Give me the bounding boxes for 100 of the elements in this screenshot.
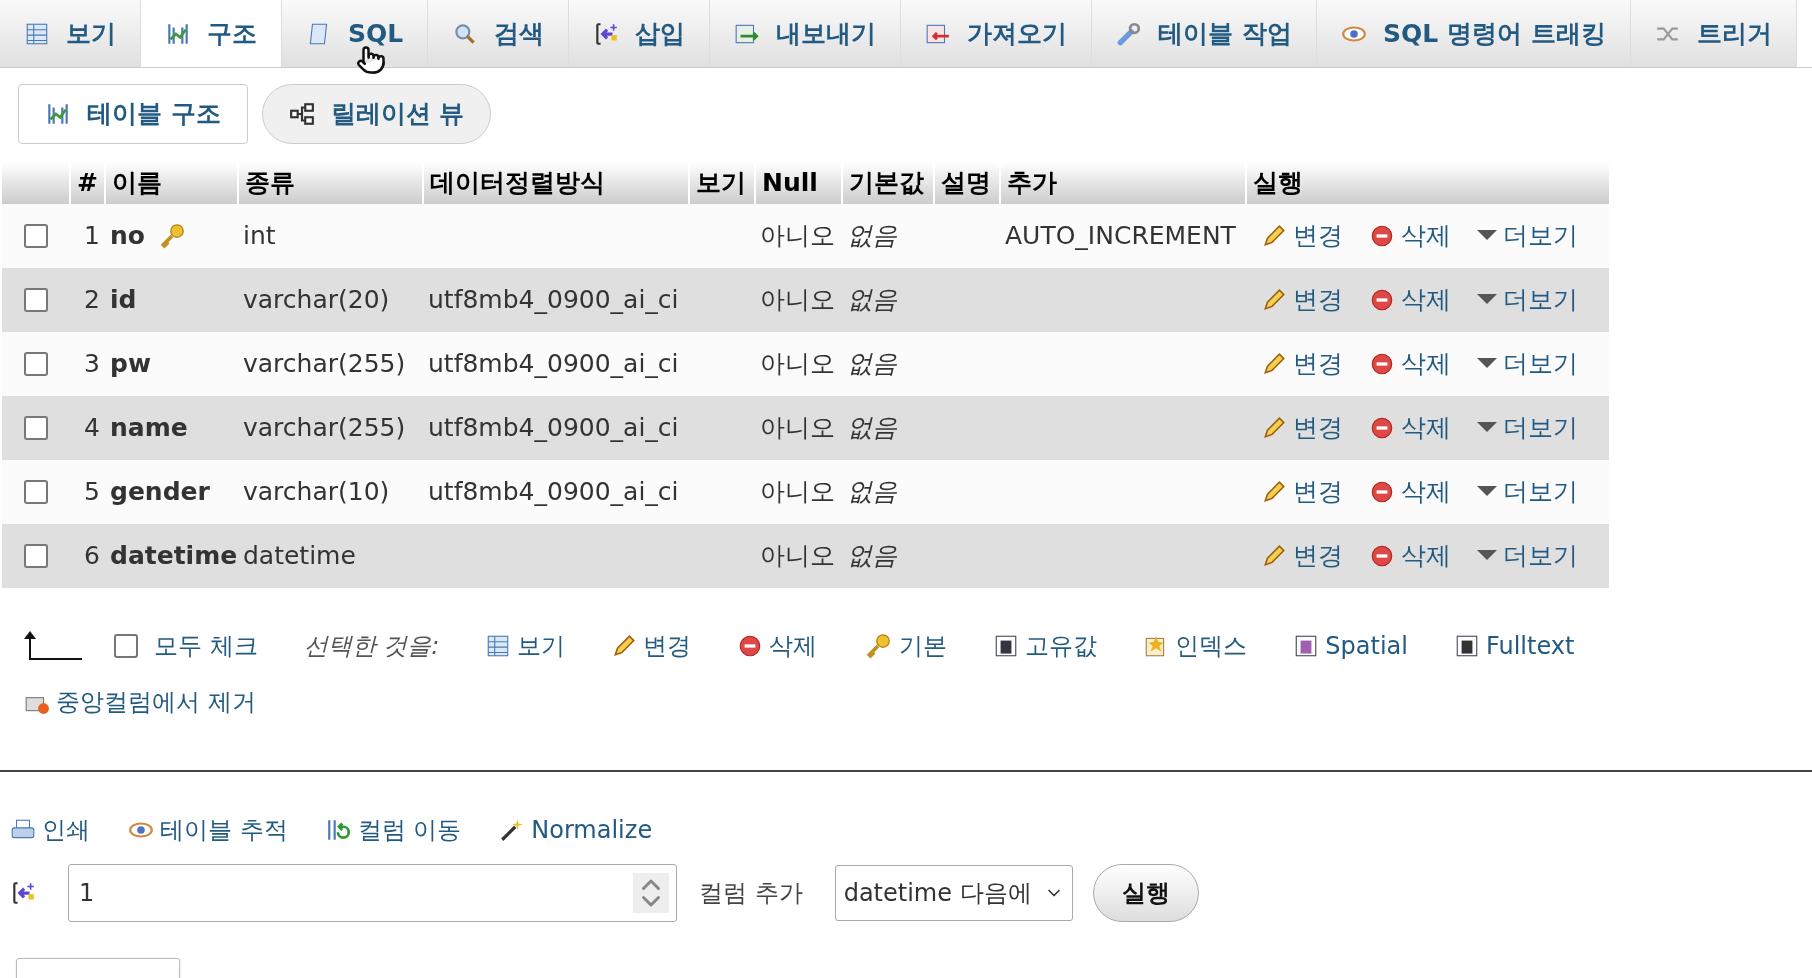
action-link[interactable]: 변경 <box>1261 473 1343 511</box>
checkbox[interactable] <box>23 544 48 568</box>
column-name: name <box>110 412 188 445</box>
bulk-action-link[interactable]: 변경 <box>611 628 692 664</box>
checkbox[interactable] <box>114 634 138 658</box>
checkbox[interactable] <box>23 224 48 248</box>
extra-value: AUTO_INCREMENT <box>1005 221 1236 251</box>
delete-icon <box>1369 351 1395 377</box>
column-type: varchar(10) <box>243 477 390 507</box>
action-link[interactable]: 변경 <box>1261 537 1343 575</box>
column-name: datetime <box>110 540 238 573</box>
bulk-action-link[interactable]: 고유값 <box>993 628 1098 664</box>
row-number: 3 <box>84 348 100 381</box>
column-type: int <box>243 221 276 251</box>
action-link[interactable]: 삭제 <box>1369 345 1451 383</box>
action-link[interactable]: 변경 <box>1261 217 1343 255</box>
column-header: 설명 <box>941 167 991 200</box>
default-value: 없음 <box>847 221 897 251</box>
tab[interactable]: 보기 <box>0 0 141 67</box>
bulk-action-link[interactable]: 중앙컬럼에서 제거 <box>24 684 256 720</box>
footer-link[interactable]: 인쇄 <box>10 812 90 848</box>
default-value: 없음 <box>847 285 897 315</box>
null-value: 아니오 <box>760 413 835 443</box>
action-link[interactable]: 더보기 <box>1477 473 1578 511</box>
wrench-icon <box>1116 20 1143 47</box>
with-selected-label: 선택한 것을: <box>303 631 440 662</box>
execute-button[interactable]: 실행 <box>1092 864 1199 922</box>
tab[interactable]: 트리거 <box>1630 0 1797 67</box>
tab[interactable]: SQL 명령어 트래킹 <box>1316 0 1631 67</box>
null-value: 아니오 <box>760 285 835 315</box>
delete-icon <box>1369 223 1395 249</box>
dropdown-triangle-icon <box>1477 294 1497 306</box>
tab[interactable]: 삽입 <box>569 0 711 67</box>
action-link[interactable]: 더보기 <box>1477 345 1578 383</box>
tab[interactable]: 내보내기 <box>710 0 902 67</box>
tab[interactable]: 테이블 작업 <box>1092 0 1317 67</box>
delete-icon <box>1369 479 1395 505</box>
column-count-field[interactable]: 1 <box>68 864 677 922</box>
dropdown-triangle-icon <box>1477 358 1497 370</box>
bulk-action-link[interactable]: 삭제 <box>737 628 818 664</box>
row-number: 6 <box>84 540 100 573</box>
column-name: id <box>110 284 137 317</box>
spinner-icon[interactable] <box>633 873 669 913</box>
default-value: 없음 <box>847 477 897 507</box>
collation: utf8mb4_0900_ai_ci <box>428 285 679 315</box>
action-link[interactable]: 더보기 <box>1477 409 1578 447</box>
checkbox[interactable] <box>23 288 48 312</box>
checkbox[interactable] <box>23 352 48 376</box>
dropdown-triangle-icon <box>1477 550 1497 562</box>
footer-link[interactable]: 테이블 추적 <box>128 812 288 848</box>
position-select[interactable]: datetime 다음에 <box>834 865 1073 921</box>
column-name: pw <box>110 348 151 381</box>
column-name: no <box>110 220 145 253</box>
tab[interactable]: 검색 <box>428 0 570 67</box>
action-link[interactable]: 더보기 <box>1477 537 1578 575</box>
action-link[interactable]: 더보기 <box>1477 217 1578 255</box>
footer-link[interactable]: Normalize <box>499 812 653 848</box>
bulk-action-link[interactable]: Spatial <box>1293 628 1408 664</box>
action-link[interactable]: 삭제 <box>1369 409 1451 447</box>
pencil-icon <box>1261 479 1287 505</box>
add-column-label: 컬럼 추가 <box>699 878 803 909</box>
null-value: 아니오 <box>760 477 835 507</box>
dropdown-triangle-icon <box>1477 422 1497 434</box>
column-type: varchar(255) <box>243 413 406 443</box>
column-header: Null <box>762 167 818 200</box>
dropdown-triangle-icon <box>1477 230 1497 242</box>
checkbox[interactable] <box>23 480 48 504</box>
dropdown-triangle-icon <box>1477 486 1497 498</box>
footer-link[interactable]: 컬럼 이동 <box>325 812 462 848</box>
action-link[interactable]: 삭제 <box>1369 537 1451 575</box>
action-link[interactable]: 더보기 <box>1477 281 1578 319</box>
insert-icon <box>593 20 620 47</box>
action-link[interactable]: 삭제 <box>1369 281 1451 319</box>
delete-icon <box>1369 287 1395 313</box>
move-columns-icon <box>325 817 352 843</box>
bulk-action-link[interactable]: 기본 <box>863 628 948 664</box>
row-number: 5 <box>84 476 100 509</box>
column-header: 데이터정렬방식 <box>430 167 605 200</box>
bulk-action-link[interactable]: 인덱스 <box>1143 628 1248 664</box>
column-type: varchar(255) <box>243 349 406 379</box>
checkbox[interactable] <box>23 416 48 440</box>
row-number: 1 <box>84 220 100 253</box>
subtab[interactable]: 테이블 구조 <box>18 84 248 144</box>
action-link[interactable]: 삭제 <box>1369 473 1451 511</box>
bulk-action-link[interactable]: 보기 <box>485 628 566 664</box>
action-link[interactable]: 변경 <box>1261 345 1343 383</box>
pencil-icon <box>1261 351 1287 377</box>
collation: utf8mb4_0900_ai_ci <box>428 413 679 443</box>
action-link[interactable]: 삭제 <box>1369 217 1451 255</box>
subtab[interactable]: 릴레이션 뷰 <box>261 84 492 144</box>
action-link[interactable]: 변경 <box>1261 409 1343 447</box>
tab[interactable]: 가져오기 <box>901 0 1093 67</box>
check-all-label[interactable]: 모두 체크 <box>154 628 258 664</box>
default-value: 없음 <box>847 413 897 443</box>
collation: utf8mb4_0900_ai_ci <box>428 349 679 379</box>
tab[interactable]: SQL <box>282 0 429 67</box>
action-link[interactable]: 변경 <box>1261 281 1343 319</box>
fulltext-icon <box>1454 633 1480 659</box>
bulk-action-link[interactable]: Fulltext <box>1454 628 1575 664</box>
column-type: datetime <box>243 541 356 571</box>
